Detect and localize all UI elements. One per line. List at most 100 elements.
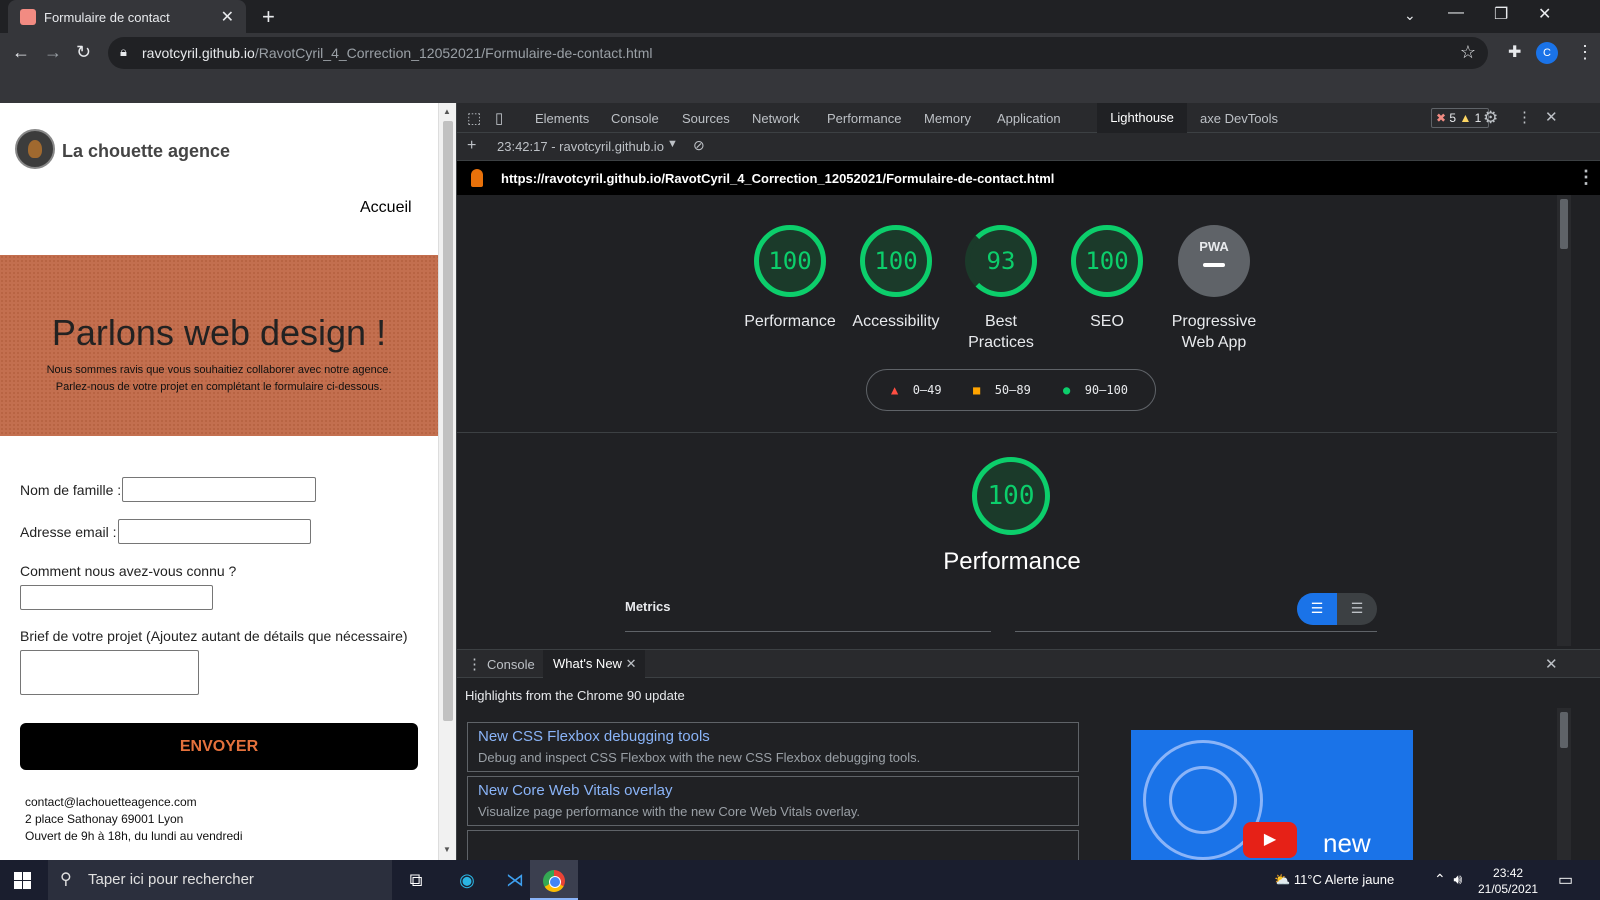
feature-card-title[interactable]: New CSS Flexbox debugging tools: [478, 728, 710, 745]
device-toolbar-icon[interactable]: ▯: [495, 109, 503, 127]
profile-avatar[interactable]: C: [1536, 42, 1558, 64]
tray-chevron-icon[interactable]: ⌃: [1434, 871, 1446, 887]
new-tab-icon[interactable]: +: [262, 4, 275, 30]
feature-card[interactable]: New Core Web Vitals overlay Visualize pa…: [467, 776, 1079, 826]
close-drawer-icon[interactable]: ✕: [1545, 655, 1558, 673]
browser-menu-icon[interactable]: ⋮: [1576, 42, 1594, 63]
email-label: Adresse email :: [20, 524, 117, 540]
back-icon[interactable]: ←: [12, 42, 30, 63]
report-scrollbar[interactable]: [1557, 195, 1571, 646]
brief-label: Brief de votre projet (Ajoutez autant de…: [20, 628, 408, 644]
tab-network[interactable]: Network: [752, 111, 800, 126]
report-scrollbar-thumb[interactable]: [1560, 199, 1568, 249]
devtools-menu-icon[interactable]: ⋮: [1517, 108, 1532, 126]
youtube-play-icon[interactable]: ▶: [1243, 822, 1297, 858]
url-path: /RavotCyril_4_Correction_12052021/Formul…: [254, 45, 653, 61]
score-performance: 100: [754, 225, 826, 297]
minimize-icon[interactable]: —: [1448, 4, 1464, 22]
tab-application[interactable]: Application: [997, 111, 1061, 126]
clock-time: 23:42: [1493, 866, 1524, 880]
performance-big-gauge: 100: [972, 457, 1050, 535]
tab-sources[interactable]: Sources: [682, 111, 730, 126]
footer-address: 2 place Sathonay 69001 Lyon: [25, 812, 184, 826]
tab-performance[interactable]: Performance: [827, 111, 901, 126]
restore-icon[interactable]: ❐: [1494, 4, 1508, 24]
extensions-icon[interactable]: ✚: [1508, 42, 1521, 62]
score-legend: ▲ 0–49 ■ 50–89 ● 90–100: [866, 369, 1156, 411]
pass-circle-icon: ●: [1063, 383, 1071, 397]
drawer-scrollbar[interactable]: [1557, 708, 1571, 861]
scroll-up-arrow-icon[interactable]: ▲: [443, 107, 451, 116]
page-scrollbar-thumb[interactable]: [443, 121, 453, 721]
windows-start-icon[interactable]: [14, 872, 31, 889]
edge-browser-icon[interactable]: ◉: [443, 860, 491, 900]
brief-textarea[interactable]: [20, 650, 199, 695]
clear-report-icon[interactable]: ⊘: [693, 137, 705, 154]
expanded-view-icon[interactable]: ☰: [1337, 593, 1377, 625]
feature-card[interactable]: New CSS Flexbox debugging tools Debug an…: [467, 722, 1079, 772]
close-whats-new-icon[interactable]: ✕: [626, 656, 637, 671]
source-field[interactable]: [20, 585, 213, 610]
drawer-tab-console[interactable]: Console: [487, 657, 535, 672]
window-close-icon[interactable]: ✕: [1538, 4, 1551, 24]
settings-gear-icon[interactable]: ⚙: [1483, 108, 1498, 128]
report-selector[interactable]: 23:42:17 - ravotcyril.github.io: [497, 139, 664, 154]
feature-card-partial[interactable]: [467, 830, 1079, 861]
drawer-scrollbar-thumb[interactable]: [1560, 712, 1568, 748]
report-menu-icon[interactable]: ⋮: [1577, 167, 1595, 188]
legend-fail-range: 0–49: [912, 383, 942, 397]
gauge-accessibility[interactable]: 100 Accessibility: [836, 225, 956, 332]
tab-memory[interactable]: Memory: [924, 111, 971, 126]
score-seo: 100: [1071, 225, 1143, 297]
score-best-practices: 93: [965, 225, 1037, 297]
inspect-element-icon[interactable]: ⬚: [467, 109, 481, 127]
email-field[interactable]: [118, 519, 311, 544]
tab-elements[interactable]: Elements: [535, 111, 589, 126]
feature-card-title[interactable]: New Core Web Vitals overlay: [478, 782, 673, 799]
report-dropdown-icon[interactable]: ▼: [667, 138, 678, 150]
metrics-view-toggle[interactable]: ☰ ☰: [1297, 593, 1377, 625]
taskbar-search-box[interactable]: ⚲ Taper ici pour rechercher: [48, 860, 392, 900]
system-tray[interactable]: ⌃ 🔊︎: [1434, 871, 1462, 888]
task-view-icon[interactable]: ⧉: [392, 860, 440, 900]
devtools-tabbar: ⬚ ▯ Elements Console Sources Network Per…: [457, 103, 1600, 133]
feature-card-desc: Debug and inspect CSS Flexbox with the n…: [478, 750, 921, 765]
name-field[interactable]: [122, 477, 316, 502]
tab-search-icon[interactable]: ⌄: [1404, 7, 1416, 24]
issues-counter[interactable]: ✖ 5 ▲ 1: [1431, 108, 1489, 128]
compact-view-icon[interactable]: ☰: [1297, 593, 1337, 625]
weather-widget[interactable]: ⛅ 11°C Alerte jaune: [1274, 872, 1394, 888]
gauge-pwa[interactable]: PWA Progressive Web App: [1154, 225, 1274, 353]
clock-date: 21/05/2021: [1478, 882, 1539, 896]
drawer-tab-whats-new[interactable]: What's New ✕: [543, 650, 645, 678]
whats-new-video-thumbnail[interactable]: ▶ new: [1131, 730, 1413, 861]
weather-text: 11°C Alerte jaune: [1293, 872, 1395, 887]
volume-icon[interactable]: 🔊︎: [1454, 871, 1463, 887]
browser-tab[interactable]: Formulaire de contact ✕: [8, 0, 246, 33]
gauge-performance[interactable]: 100 Performance: [730, 225, 850, 332]
tab-axe-devtools[interactable]: axe DevTools: [1200, 111, 1278, 126]
nav-link-home[interactable]: Accueil: [360, 199, 412, 217]
page-scrollbar[interactable]: ▲ ▼: [438, 103, 456, 860]
gauge-seo[interactable]: 100 SEO: [1047, 225, 1167, 332]
tab-console[interactable]: Console: [611, 111, 659, 126]
metrics-rule-right: [1015, 631, 1377, 632]
forward-icon[interactable]: →: [44, 42, 62, 63]
bookmark-star-icon[interactable]: ☆: [1460, 42, 1476, 63]
address-bar[interactable]: 🔒︎ ravotcyril.github.io/RavotCyril_4_Cor…: [108, 37, 1488, 69]
drawer-menu-icon[interactable]: ⋮: [467, 655, 482, 673]
reload-icon[interactable]: ↻: [76, 42, 91, 63]
close-tab-icon[interactable]: ✕: [221, 7, 234, 27]
close-devtools-icon[interactable]: ✕: [1545, 108, 1558, 126]
gauge-best-practices[interactable]: 93 Best Practices: [941, 225, 1061, 353]
notification-center-icon[interactable]: ▭: [1558, 870, 1573, 890]
taskbar-clock[interactable]: 23:42 21/05/2021: [1478, 865, 1538, 897]
report-url[interactable]: https://ravotcyril.github.io/RavotCyril_…: [501, 171, 1054, 186]
chrome-browser-icon[interactable]: [530, 860, 578, 900]
submit-button[interactable]: ENVOYER: [20, 723, 418, 770]
new-report-icon[interactable]: +: [467, 137, 476, 155]
tab-lighthouse[interactable]: Lighthouse: [1097, 103, 1187, 133]
lock-icon[interactable]: 🔒︎: [120, 44, 127, 60]
scroll-down-arrow-icon[interactable]: ▼: [443, 845, 451, 854]
owl-logo[interactable]: [15, 129, 55, 169]
